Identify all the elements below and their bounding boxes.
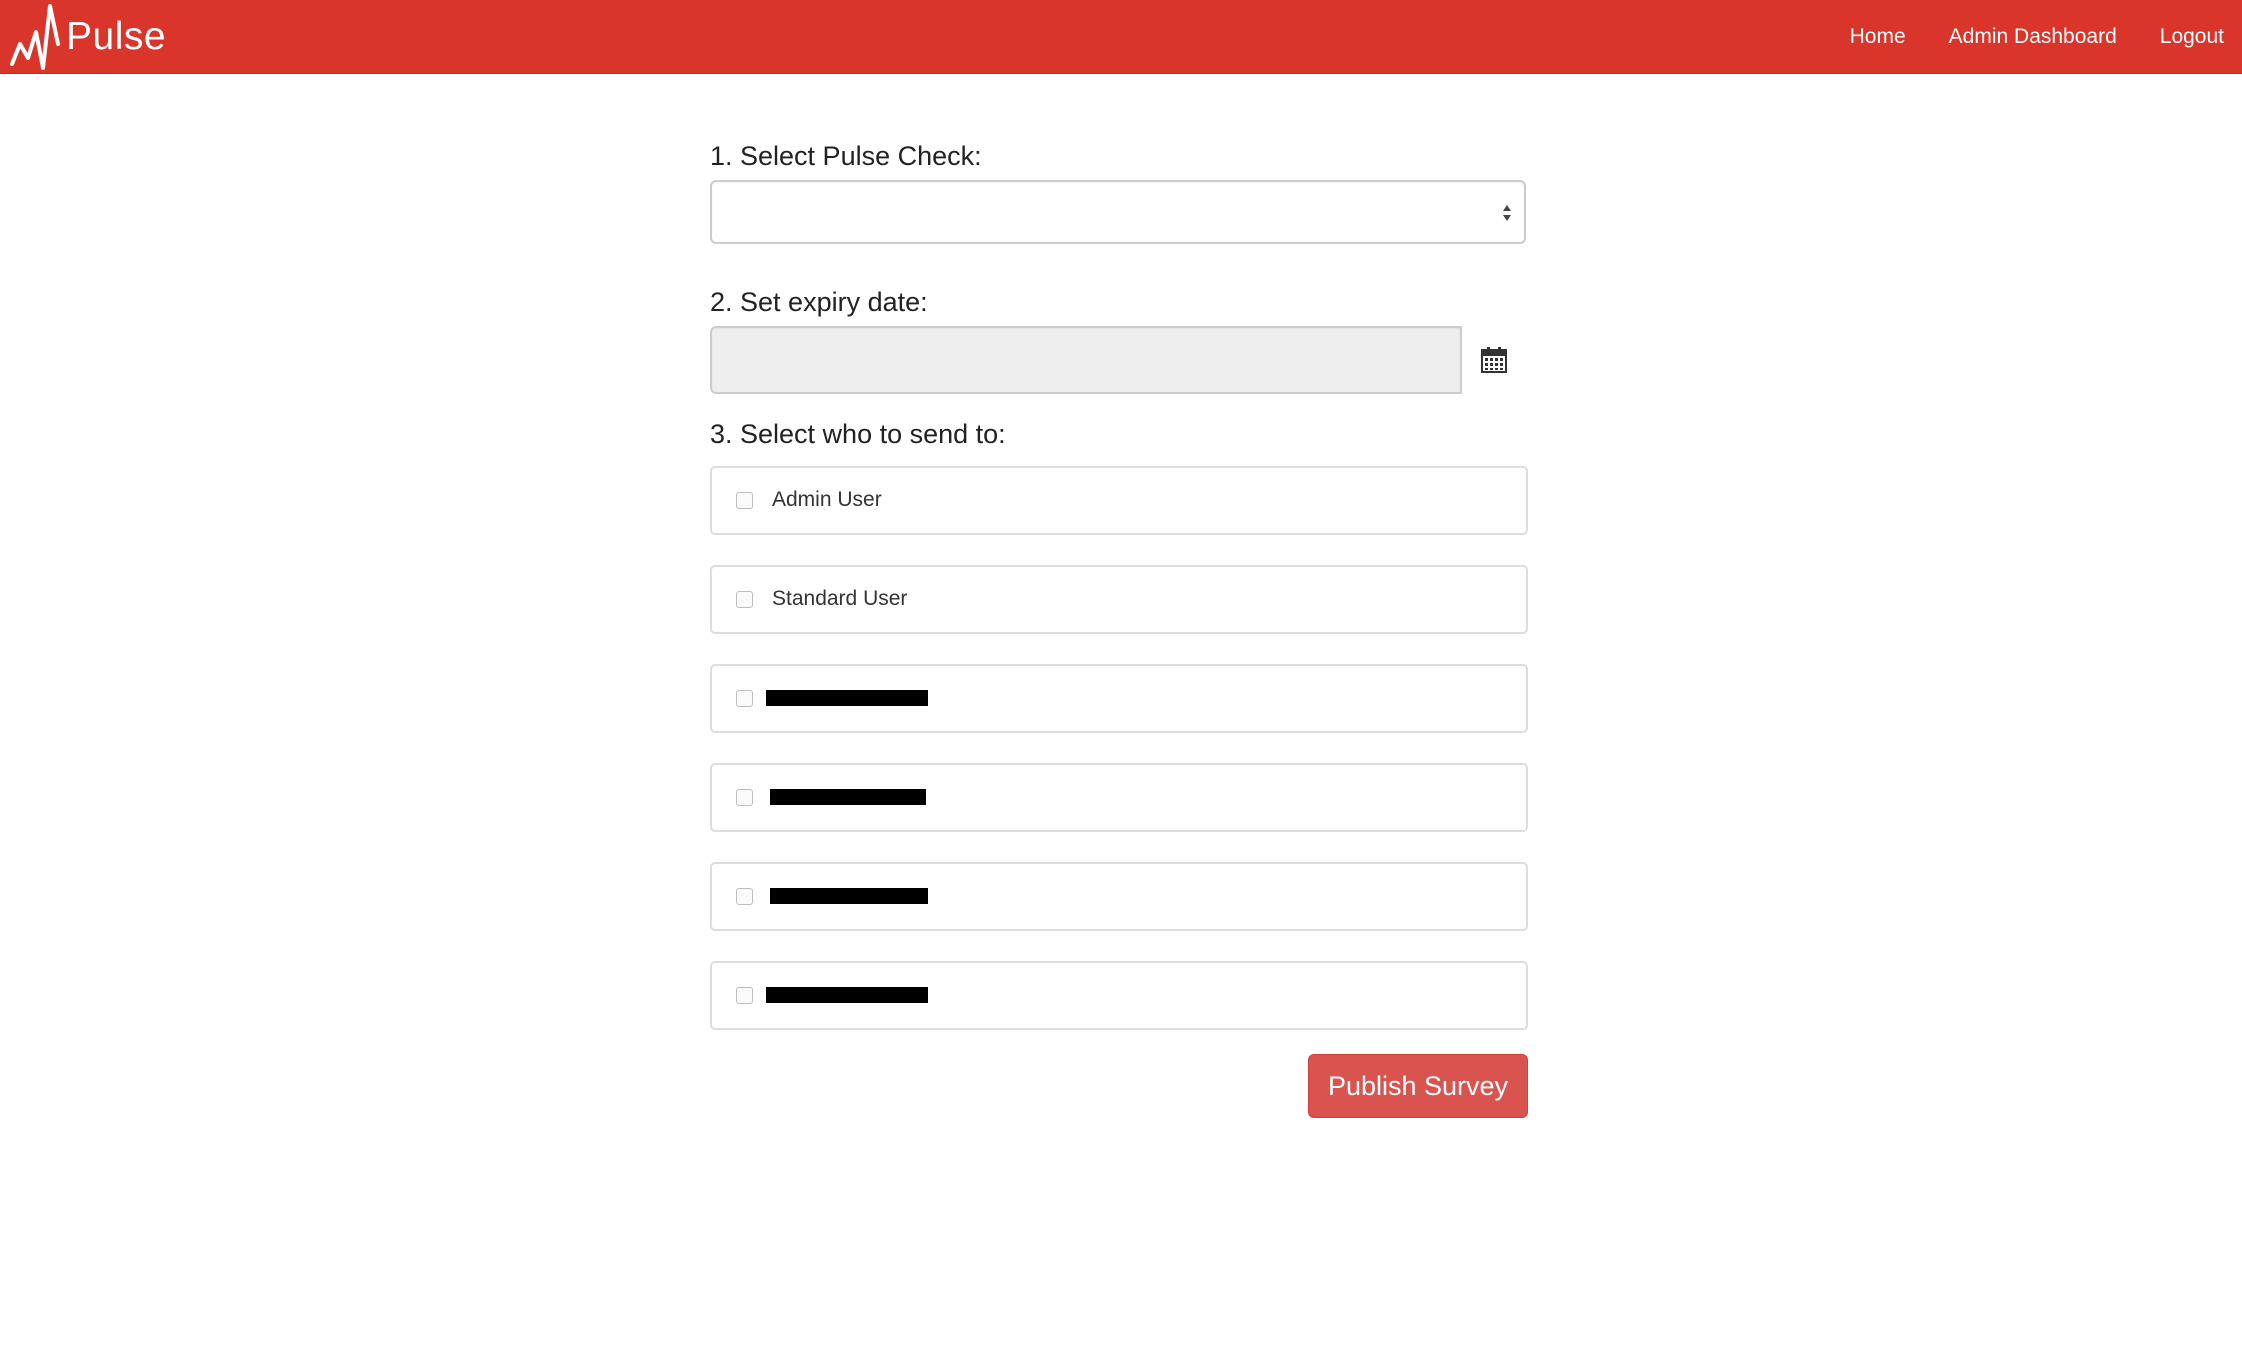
nav-logout-link[interactable]: Logout [2160, 25, 2224, 49]
redacted-name [770, 789, 926, 805]
top-navbar: Pulse Home Admin Dashboard Logout [0, 0, 2242, 74]
brand-name: Pulse [66, 14, 167, 58]
redacted-name [766, 987, 928, 1003]
expiry-date-group [710, 326, 1528, 394]
recipient-checkbox[interactable] [736, 888, 753, 905]
calendar-icon [1481, 347, 1507, 373]
recipient-label: Standard User [772, 587, 908, 610]
redacted-name [766, 690, 928, 706]
select-recipients-label: 3. Select who to send to: [710, 419, 1006, 449]
set-expiry-date-label: 2. Set expiry date: [710, 287, 928, 317]
nav-home-link[interactable]: Home [1850, 25, 1906, 49]
recipient-option[interactable] [710, 862, 1528, 931]
nav-admin-dashboard-link[interactable]: Admin Dashboard [1949, 25, 2117, 49]
recipient-label: Admin User [772, 488, 882, 511]
brand-logo[interactable]: Pulse [10, 0, 166, 73]
pulse-logo-icon [10, 3, 60, 70]
pulse-check-select[interactable] [710, 180, 1526, 244]
publish-survey-button[interactable]: Publish Survey [1308, 1054, 1528, 1118]
select-arrows-icon [1503, 205, 1511, 221]
redacted-name [770, 888, 928, 904]
calendar-button[interactable] [1462, 326, 1526, 394]
recipient-checkbox[interactable] [736, 690, 753, 707]
expiry-date-input[interactable] [710, 326, 1462, 394]
recipient-checkbox[interactable] [736, 492, 753, 509]
publish-survey-form: 1. Select Pulse Check: 2. Set expiry dat… [710, 132, 1528, 1118]
recipient-option[interactable] [710, 664, 1528, 733]
select-pulse-check-label: 1. Select Pulse Check: [710, 141, 982, 171]
recipient-checkbox[interactable] [736, 591, 753, 608]
nav-menu: Home Admin Dashboard Logout [1807, 0, 2224, 73]
recipient-option[interactable]: Standard User [710, 565, 1528, 634]
recipient-checkbox[interactable] [736, 987, 753, 1004]
recipient-option[interactable] [710, 961, 1528, 1030]
recipient-option[interactable] [710, 763, 1528, 832]
recipient-option[interactable]: Admin User [710, 466, 1528, 535]
recipient-checkbox[interactable] [736, 789, 753, 806]
